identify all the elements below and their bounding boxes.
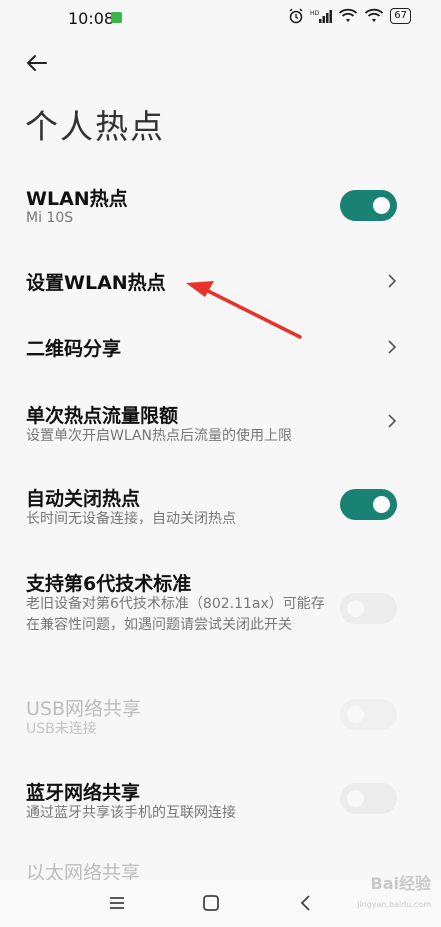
menu-icon[interactable] [106,892,128,914]
data-limit-subtitle: 设置单次开启WLAN热点后流量的使用上限 [26,428,293,444]
usb-share-title: USB网络共享 [26,698,142,720]
signal-icon: HD [310,10,333,23]
qr-share-title: 二维码分享 [26,338,122,360]
bt-share-row[interactable]: 蓝牙网络共享 通过蓝牙共享该手机的互联网连接 [0,776,441,828]
auto-off-subtitle: 长时间无设备连接，自动关闭热点 [26,511,236,527]
usb-share-toggle [340,699,397,730]
wlan-hotspot-subtitle: Mi 10S [26,210,74,226]
wifi6-row[interactable]: 支持第6代技术标准 老旧设备对第6代技术标准（802.11ax）可能存在兼容性问… [0,567,441,657]
usb-share-row: USB网络共享 USB未连接 [0,692,441,744]
auto-off-toggle[interactable] [340,489,397,520]
back-icon[interactable] [295,892,317,914]
setup-wlan-hotspot-title: 设置WLAN热点 [26,272,166,294]
wifi6-subtitle: 老旧设备对第6代技术标准（802.11ax）可能存在兼容性问题，如遇问题请尝试关… [26,596,325,633]
status-bar: 10:08 HD 67 [0,0,441,40]
chevron-right-icon [388,274,397,288]
auto-off-title: 自动关闭热点 [26,488,141,510]
wifi-icon [339,8,358,22]
chevron-right-icon [388,414,397,428]
data-limit-title: 单次热点流量限额 [26,405,179,427]
data-limit-row[interactable]: 单次热点流量限额 设置单次开启WLAN热点后流量的使用上限 [0,397,441,449]
watermark-logo: Bai经验 [370,874,431,893]
bt-share-title: 蓝牙网络共享 [26,782,141,804]
watermark-url: jingyan.baidu.com [357,900,431,909]
back-arrow-icon[interactable] [22,48,52,78]
wlan-hotspot-toggle[interactable] [340,190,397,221]
setup-wlan-hotspot-row[interactable]: 设置WLAN热点 [0,262,441,302]
wlan-hotspot-row[interactable]: WLAN热点 Mi 10S [0,180,441,240]
page-title: 个人热点 [25,107,165,146]
chevron-right-icon [388,340,397,354]
bt-share-toggle[interactable] [340,783,397,814]
usb-share-subtitle: USB未连接 [26,721,97,737]
bt-share-subtitle: 通过蓝牙共享该手机的互联网连接 [26,805,236,821]
battery-icon: 67 [390,8,411,24]
notification-icon [111,12,122,23]
hotspot-wifi-icon [365,8,384,22]
alarm-icon [289,8,303,24]
wifi6-title: 支持第6代技术标准 [26,573,192,595]
status-time: 10:08 [68,9,115,28]
auto-off-row[interactable]: 自动关闭热点 长时间无设备连接，自动关闭热点 [0,482,441,534]
wlan-hotspot-title: WLAN热点 [26,188,128,210]
home-icon[interactable] [200,892,222,914]
wifi6-toggle[interactable] [340,593,397,624]
svg-text:HD: HD [310,10,320,17]
status-icons: HD 67 [288,8,411,24]
qr-share-row[interactable]: 二维码分享 [0,328,441,368]
